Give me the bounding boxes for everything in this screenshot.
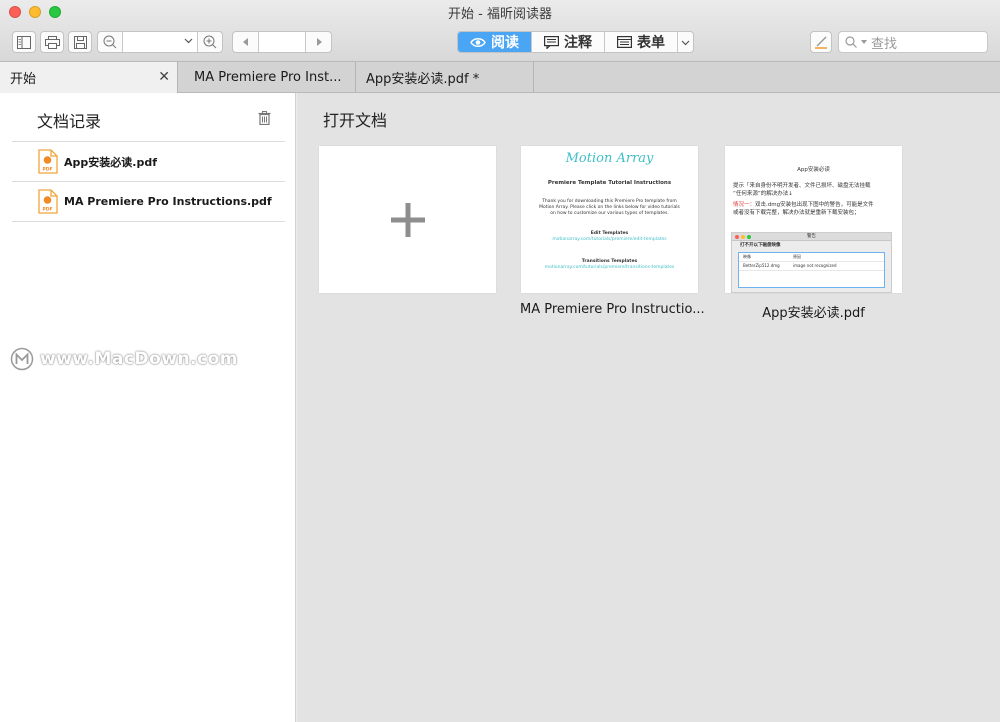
table-row: 映像 原因 bbox=[739, 253, 884, 262]
triangle-right-icon bbox=[316, 38, 322, 46]
recent-documents-panel: 文档记录 PDF App安装必读.pdf PDF MA Premiere Pro… bbox=[0, 93, 296, 722]
record-name: App安装必读.pdf bbox=[64, 155, 157, 169]
dialog-heading: 打不开以下磁盘映像 bbox=[740, 243, 781, 248]
svg-text:PDF: PDF bbox=[42, 207, 52, 213]
dialog-table: 映像 原因 BetterZip512.dmg image not recognize… bbox=[738, 251, 885, 288]
thumbnail-heading: App安装必读 bbox=[797, 167, 830, 173]
zoom-out-button[interactable] bbox=[98, 32, 123, 52]
table-cell: BetterZip512.dmg bbox=[743, 262, 780, 268]
watermark-text: www.MacDown.com bbox=[40, 349, 238, 369]
sidebar-icon bbox=[17, 35, 31, 49]
thumbnail-red-text: 情况一： bbox=[733, 201, 756, 208]
thumbnail-dialog: 警告 打不开以下磁盘映像 映像 原因 BetterZip512.dmg image … bbox=[731, 232, 892, 293]
thumbnail-line: 双击.dmg安装包出现下图中的警告，可能是文件 bbox=[755, 201, 874, 208]
document-thumbnail-premiere[interactable]: Motion Array Premiere Template Tutorial … bbox=[521, 146, 698, 293]
list-item[interactable]: PDF MA Premiere Pro Instructions.pdf bbox=[12, 182, 285, 222]
zoom-out-icon bbox=[103, 35, 117, 49]
thumbnail-line: 或者没有下载完整，解决办法就是重新下载安装包； bbox=[733, 209, 860, 216]
zoom-in-button[interactable] bbox=[197, 32, 222, 52]
form-mode-button[interactable]: 表单 bbox=[605, 32, 678, 52]
comment-icon bbox=[544, 35, 559, 49]
search-icon bbox=[845, 36, 857, 48]
printer-icon bbox=[44, 35, 60, 49]
thumbnail-preview: Motion Array Premiere Template Tutorial … bbox=[521, 150, 698, 271]
form-icon bbox=[617, 36, 632, 48]
thumbnail-heading: Premiere Template Tutorial Instructions bbox=[547, 179, 672, 186]
open-new-document-button[interactable] bbox=[319, 146, 496, 293]
document-caption: App安装必读.pdf bbox=[762, 306, 865, 321]
table-row: BetterZip512.dmg image not recognized bbox=[739, 262, 884, 271]
thumbnail-text: 提示「来自身份不明开发者、文件已损坏、磁盘无法挂载 “任何来源”的解决办法↓ 情… bbox=[733, 182, 900, 217]
zoom-level-select[interactable] bbox=[123, 32, 197, 52]
chevron-down-icon bbox=[681, 40, 690, 45]
eye-icon bbox=[470, 37, 486, 47]
tab-app-readme[interactable]: App安装必读.pdf * bbox=[356, 62, 534, 93]
read-mode-button[interactable]: 阅读 bbox=[458, 32, 532, 52]
record-name: MA Premiere Pro Instructions.pdf bbox=[64, 195, 272, 208]
previous-page-button[interactable] bbox=[233, 32, 258, 52]
clear-history-button[interactable] bbox=[258, 110, 271, 129]
table-header: 原因 bbox=[793, 253, 801, 259]
search-placeholder: 查找 bbox=[871, 36, 898, 52]
comment-mode-button[interactable]: 注释 bbox=[532, 32, 605, 52]
list-item[interactable]: PDF App安装必读.pdf bbox=[12, 142, 285, 182]
triangle-left-icon bbox=[242, 38, 248, 46]
plus-icon bbox=[390, 202, 425, 237]
trash-icon bbox=[258, 111, 271, 126]
dialog-titlebar: 警告 bbox=[732, 233, 891, 241]
thumbnail-preview: App安装必读 提示「来自身份不明开发者、文件已损坏、磁盘无法挂载 “任何来源”… bbox=[725, 146, 902, 293]
pdf-file-icon: PDF bbox=[38, 149, 58, 174]
tab-label: 开始 bbox=[10, 72, 37, 87]
document-caption: MA Premiere Pro Instructio... bbox=[520, 302, 705, 317]
thumbnail-logo: Motion Array bbox=[565, 151, 654, 166]
tab-premiere-instructions[interactable]: MA Premiere Pro Inst... bbox=[178, 62, 356, 93]
window-title: 开始 - 福昕阅读器 bbox=[448, 7, 552, 22]
thumbnail-link: motionarray.com/tutorials/premiere/edit-… bbox=[552, 237, 667, 243]
sidebar-toggle-button[interactable] bbox=[12, 31, 36, 53]
macdown-logo-icon bbox=[10, 347, 34, 371]
dialog-title: 警告 bbox=[807, 234, 816, 239]
save-icon bbox=[73, 35, 87, 49]
recent-documents-list: PDF App安装必读.pdf PDF MA Premiere Pro Inst… bbox=[12, 141, 285, 222]
caret-down-icon bbox=[861, 39, 867, 44]
search-field[interactable]: 查找 bbox=[838, 31, 988, 53]
form-mode-label: 表单 bbox=[637, 35, 665, 51]
svg-text:PDF: PDF bbox=[42, 167, 52, 173]
next-page-button[interactable] bbox=[306, 32, 331, 52]
watermark: www.MacDown.com bbox=[10, 347, 238, 371]
tab-start[interactable]: 开始 ✕ bbox=[0, 62, 178, 93]
table-cell: image not recognized bbox=[793, 262, 837, 268]
open-documents-area: 打开文档 Motion Array Premiere Template Tuto… bbox=[297, 93, 1000, 722]
read-mode-label: 阅读 bbox=[491, 35, 519, 51]
highlight-tool-button[interactable] bbox=[810, 31, 832, 53]
zoom-in-icon bbox=[203, 35, 217, 49]
thumbnail-text: on how to customize our various types of… bbox=[550, 211, 669, 217]
pdf-file-icon: PDF bbox=[38, 189, 58, 214]
window-toolbar: 开始 - 福昕阅读器 阅读 注释 表单 查找 bbox=[0, 0, 1000, 62]
open-documents-title: 打开文档 bbox=[323, 111, 388, 130]
thumbnail-line: 提示「来自身份不明开发者、文件已损坏、磁盘无法挂载 bbox=[733, 183, 871, 189]
print-button[interactable] bbox=[40, 31, 64, 53]
thumbnail-line: “任何来源”的解决办法↓ bbox=[733, 191, 793, 198]
document-thumbnail-app-readme[interactable]: App安装必读 提示「来自身份不明开发者、文件已损坏、磁盘无法挂载 “任何来源”… bbox=[725, 146, 902, 293]
mode-dropdown-button[interactable] bbox=[678, 32, 693, 52]
document-tabs: 开始 ✕ MA Premiere Pro Inst... App安装必读.pdf… bbox=[0, 62, 1000, 93]
thumbnail-link: motionarray.com/tutorials/premiere/trans… bbox=[544, 265, 675, 271]
view-mode-switcher: 阅读 注释 表单 bbox=[457, 31, 694, 53]
tab-label: MA Premiere Pro Inst... bbox=[194, 70, 342, 85]
tab-label: App安装必读.pdf * bbox=[366, 72, 480, 87]
save-button[interactable] bbox=[68, 31, 92, 53]
chevron-down-icon bbox=[184, 38, 193, 44]
page-navigation bbox=[232, 31, 332, 53]
table-header: 映像 bbox=[743, 253, 751, 259]
recent-documents-title: 文档记录 bbox=[37, 112, 102, 131]
comment-mode-label: 注释 bbox=[564, 35, 592, 51]
page-number-input[interactable] bbox=[258, 32, 306, 52]
close-tab-icon[interactable]: ✕ bbox=[158, 69, 170, 85]
pen-icon bbox=[815, 36, 827, 49]
zoom-control bbox=[97, 31, 223, 53]
